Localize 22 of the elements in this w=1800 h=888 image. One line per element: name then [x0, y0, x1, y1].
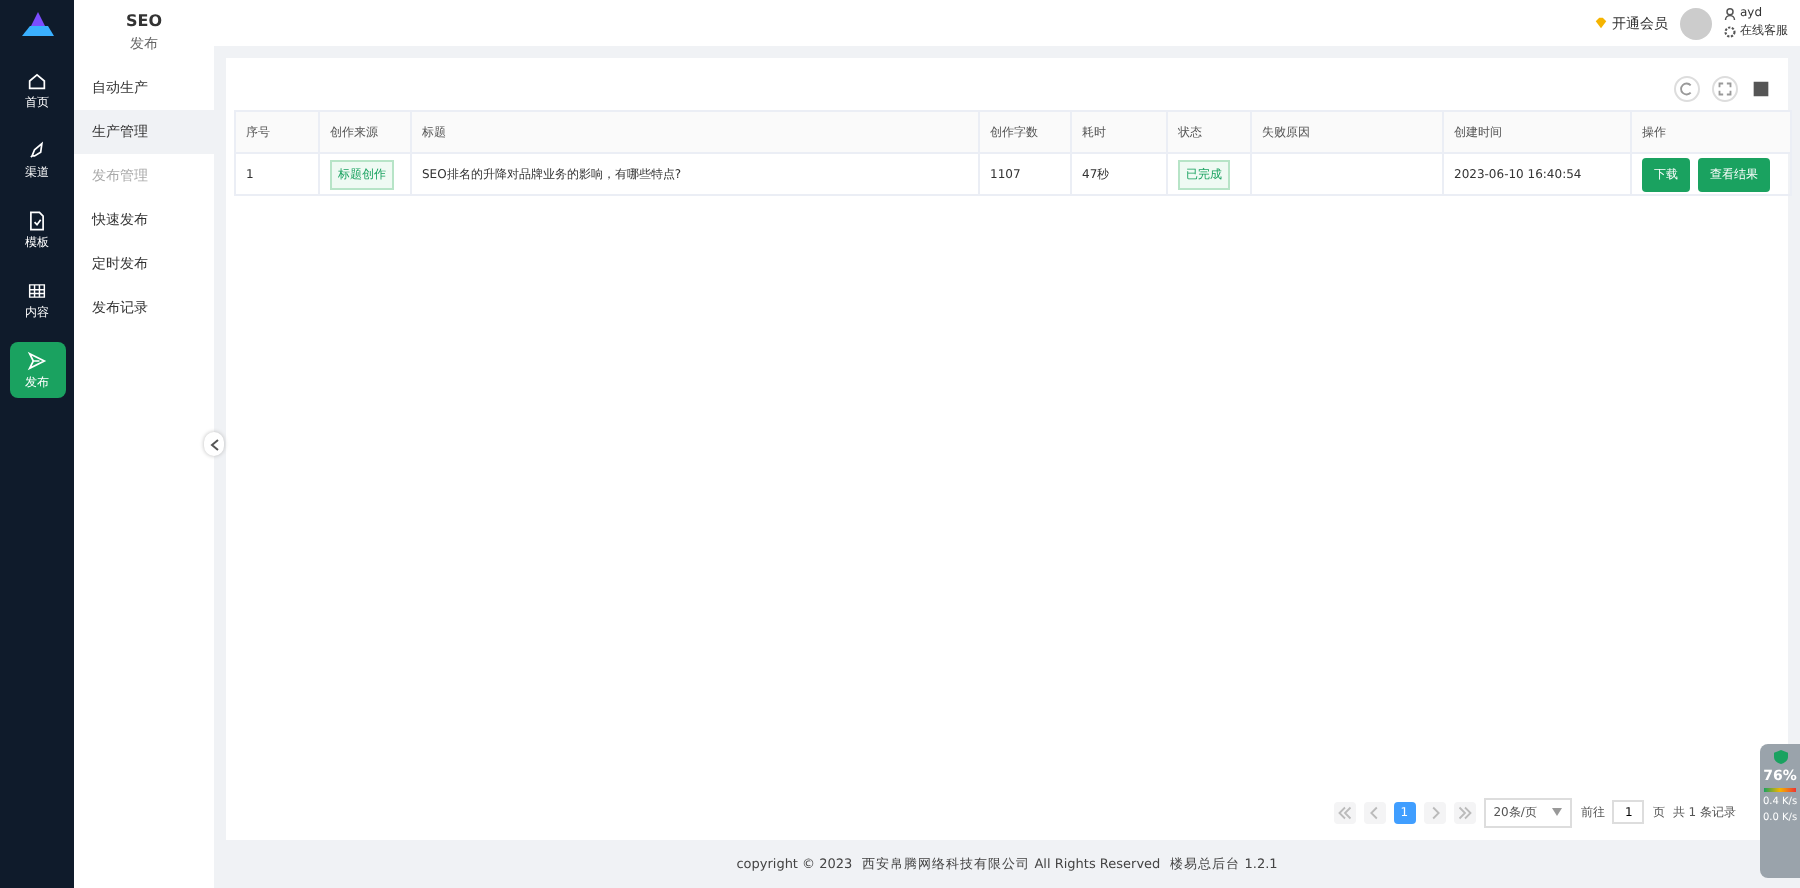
home-icon	[26, 69, 48, 91]
caret-icon	[1552, 808, 1563, 816]
document-icon	[26, 209, 48, 231]
avatar[interactable]	[1680, 7, 1712, 39]
last-page-button[interactable]	[1453, 801, 1476, 823]
send-icon	[26, 349, 48, 371]
settings-icon	[1724, 25, 1736, 37]
user-icon	[1724, 7, 1736, 19]
refresh-icon[interactable]	[1674, 75, 1700, 101]
fullscreen-icon[interactable]	[1712, 75, 1738, 101]
chevron-left-icon	[209, 437, 219, 451]
columns-icon[interactable]	[1750, 77, 1772, 99]
shield-icon	[1773, 750, 1787, 764]
app-logo	[17, 8, 57, 40]
next-page-button[interactable]	[1423, 801, 1446, 823]
prev-page-button[interactable]	[1363, 801, 1386, 823]
diamond-icon	[1594, 16, 1608, 30]
grid-icon	[26, 279, 48, 301]
rocket-icon	[26, 139, 48, 161]
first-page-button[interactable]	[1333, 801, 1356, 823]
app-title: SEO	[123, 10, 165, 34]
collapse-button[interactable]	[204, 432, 224, 456]
